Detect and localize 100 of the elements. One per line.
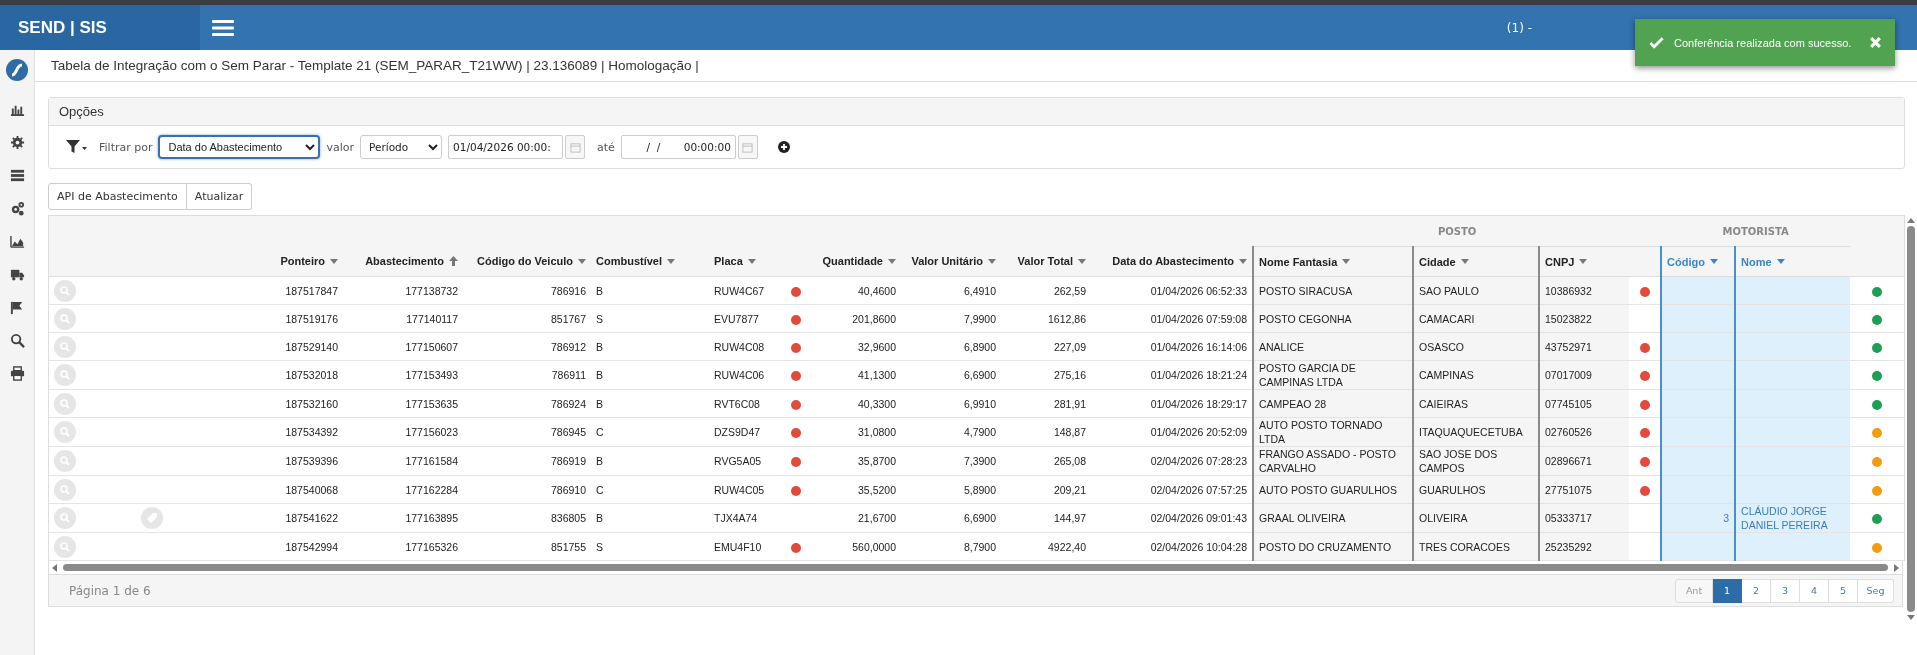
table-cell: B bbox=[596, 340, 603, 353]
column-header[interactable]: Cidade bbox=[1419, 255, 1456, 268]
table-cell: 31,0800 bbox=[858, 426, 896, 438]
column-header[interactable]: Placa bbox=[714, 255, 743, 268]
table-cell: 6,8900 bbox=[963, 340, 996, 353]
column-group-label: MOTORISTA bbox=[1722, 225, 1789, 237]
table-cell: RVT6C08 bbox=[714, 397, 760, 410]
table-cell: RUW4C67 bbox=[714, 284, 765, 297]
caret-icon[interactable] bbox=[1776, 259, 1785, 264]
table-cell: 177153493 bbox=[405, 369, 458, 381]
toolbar-button[interactable]: Atualizar bbox=[186, 183, 253, 210]
column-header[interactable]: CNPJ bbox=[1545, 255, 1575, 268]
truck-icon[interactable] bbox=[9, 267, 25, 282]
add-icon[interactable] bbox=[777, 141, 790, 153]
table-cell: 01/04/2026 16:14:06 bbox=[1150, 340, 1248, 353]
caret-icon[interactable] bbox=[747, 258, 756, 264]
table-cell: 07017009 bbox=[1545, 369, 1592, 381]
next-page-button[interactable]: Seg bbox=[1858, 578, 1894, 603]
table-cell: 02/04/2026 10:04:28 bbox=[1150, 540, 1248, 553]
caret-icon[interactable] bbox=[888, 258, 896, 264]
table-cell: 25235292 bbox=[1545, 540, 1592, 553]
table-cell: B bbox=[596, 512, 603, 524]
gears-icon[interactable] bbox=[9, 201, 25, 216]
table-cell: RVG5A05 bbox=[714, 455, 762, 467]
table-cell: 32,9600 bbox=[858, 340, 896, 353]
printer-icon[interactable] bbox=[9, 366, 25, 381]
table-cell: TRES CORACOES bbox=[1419, 540, 1511, 553]
filter-label: Filtrar por bbox=[99, 140, 153, 154]
table-cell: EVU7877 bbox=[714, 312, 759, 325]
table-cell: 187529140 bbox=[285, 340, 338, 353]
column-group-label: POSTO bbox=[1437, 225, 1477, 237]
area-chart-icon[interactable] bbox=[9, 234, 25, 249]
menu-icon[interactable] bbox=[212, 19, 234, 36]
table-cell: 21,6700 bbox=[858, 512, 896, 524]
table-cell: 786910 bbox=[550, 483, 586, 496]
table-cell: 177140117 bbox=[406, 312, 458, 325]
caret-icon[interactable] bbox=[1709, 259, 1718, 264]
table-cell: 187542994 bbox=[285, 540, 338, 553]
caret-icon[interactable] bbox=[1460, 259, 1469, 264]
caret-icon[interactable] bbox=[1579, 259, 1588, 264]
page-button[interactable]: 2 bbox=[1742, 578, 1771, 603]
page-button[interactable]: 1 bbox=[1713, 578, 1742, 603]
page-button[interactable]: 3 bbox=[1771, 578, 1800, 603]
table-cell: 265,08 bbox=[1053, 455, 1086, 467]
table-cell: 187519176 bbox=[285, 312, 338, 325]
table-cell: 1612,86 bbox=[1048, 312, 1086, 325]
caret-icon[interactable] bbox=[1239, 258, 1248, 264]
caret-icon[interactable] bbox=[330, 258, 338, 264]
logo-icon[interactable] bbox=[5, 58, 29, 82]
vertical-scrollbar[interactable] bbox=[1906, 218, 1916, 620]
table-cell: DZS9D47 bbox=[714, 426, 761, 438]
table-cell: 851767 bbox=[550, 312, 586, 325]
table-cell: 786945 bbox=[550, 426, 586, 438]
filter-field-select[interactable]: Data do Abastecimento bbox=[158, 135, 321, 159]
flag-icon[interactable] bbox=[9, 300, 25, 315]
date-from-field[interactable]: 01/04/2026 00:00: bbox=[448, 135, 564, 159]
table-cell: 177163895 bbox=[405, 512, 458, 524]
filter-icon[interactable] bbox=[65, 139, 87, 155]
table-cell: 10386932 bbox=[1545, 284, 1592, 297]
toolbar-button[interactable]: API de Abastecimento bbox=[48, 183, 187, 210]
table-cell: 187539396 bbox=[285, 455, 338, 467]
settings-icon[interactable] bbox=[9, 135, 25, 150]
table-cell: POSTO SIRACUSA bbox=[1259, 284, 1353, 297]
table-cell: ANALICE bbox=[1259, 340, 1304, 353]
table-cell: 40,3300 bbox=[858, 397, 896, 410]
user-label: (1) - bbox=[1506, 20, 1532, 35]
search-icon[interactable] bbox=[9, 333, 25, 348]
caret-icon[interactable] bbox=[1078, 258, 1086, 264]
column-header[interactable]: Nome bbox=[1741, 255, 1772, 268]
caret-icon[interactable] bbox=[1342, 259, 1351, 264]
table-cell: 7,9900 bbox=[963, 312, 996, 325]
server-icon[interactable] bbox=[9, 168, 25, 183]
table-cell: RUW4C05 bbox=[714, 483, 765, 496]
table-cell: 177150607 bbox=[405, 340, 458, 353]
table-cell: 177153635 bbox=[405, 397, 458, 410]
table-cell: 786919 bbox=[550, 455, 586, 467]
table-cell: CLÁUDIO JORGE DANIEL PEREIRA bbox=[1741, 505, 1828, 531]
calendar-icon bbox=[742, 141, 754, 153]
sort-ascending-icon[interactable] bbox=[449, 256, 458, 267]
caret-icon[interactable] bbox=[667, 258, 675, 264]
value-mode-select[interactable]: Período bbox=[360, 135, 443, 159]
table-cell: 5,8900 bbox=[963, 483, 996, 496]
value-label: valor bbox=[326, 140, 355, 154]
date-to-field[interactable]: / / 00:00:00 bbox=[620, 135, 736, 159]
page-button[interactable]: 4 bbox=[1800, 578, 1829, 603]
caret-icon[interactable] bbox=[988, 258, 996, 264]
table-cell: ITAQUAQUECETUBA bbox=[1419, 426, 1523, 438]
table-cell: POSTO GARCIA DE CAMPINAS LTDA bbox=[1259, 362, 1356, 388]
table-cell: S bbox=[596, 312, 603, 325]
page-title: Tabela de Integração com o Sem Parar - Template 21 (SEM_PARAR_T21WW) | 23.136089 | Homologação | bbox=[51, 58, 699, 73]
table-cell: 6,9910 bbox=[963, 397, 996, 410]
table-cell: 01/04/2026 06:52:33 bbox=[1150, 284, 1248, 297]
caret-icon[interactable] bbox=[578, 258, 586, 264]
table-cell: 560,0000 bbox=[852, 540, 896, 553]
table-cell: GRAAL OLIVEIRA bbox=[1259, 512, 1346, 524]
page-button[interactable]: 5 bbox=[1829, 578, 1858, 603]
table-cell: CAIEIRAS bbox=[1419, 397, 1469, 410]
close-icon[interactable] bbox=[1868, 35, 1883, 50]
table-cell: 15023822 bbox=[1545, 312, 1592, 325]
table-cell: 851755 bbox=[550, 540, 586, 553]
